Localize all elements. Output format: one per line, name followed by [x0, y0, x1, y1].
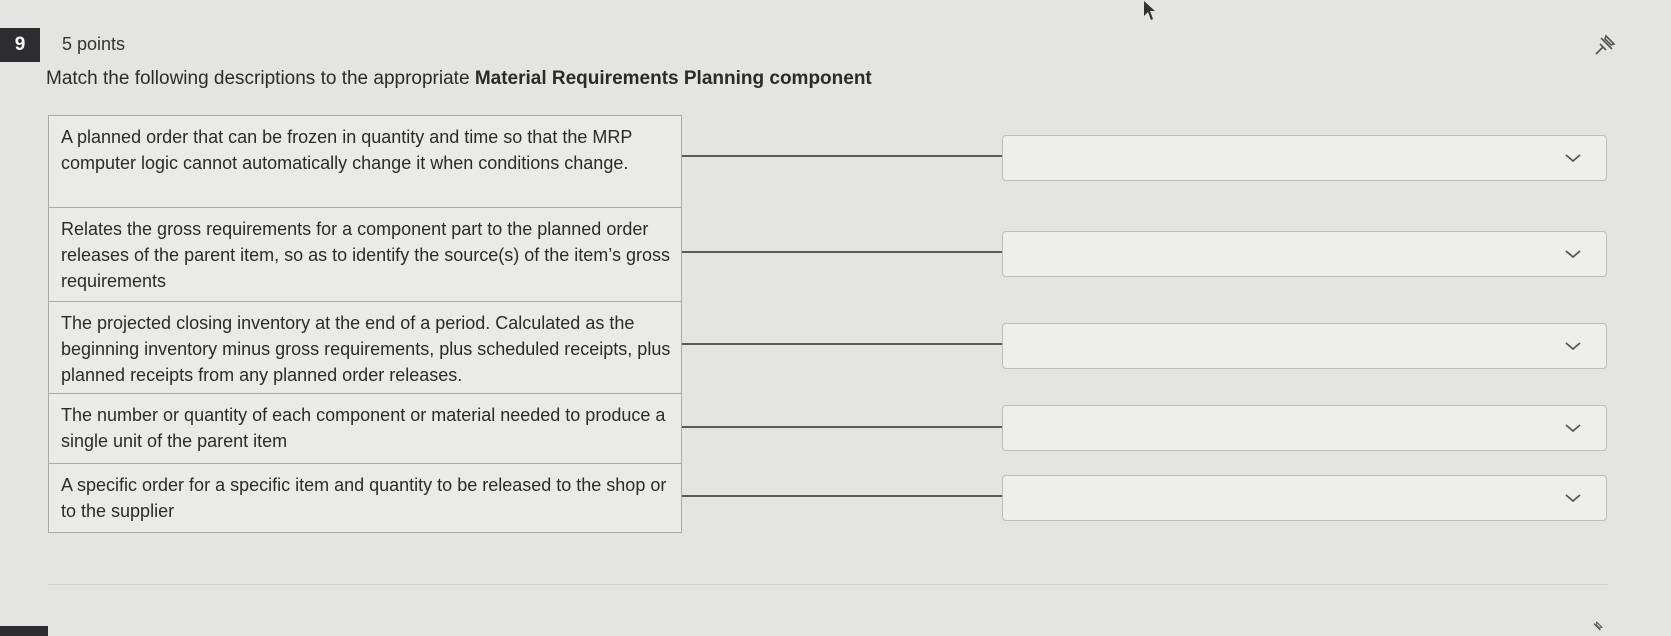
match-row: The projected closing inventory at the e… [48, 301, 1608, 393]
match-row: Relates the gross requirements for a com… [48, 207, 1608, 301]
match-description: The projected closing inventory at the e… [48, 301, 682, 393]
chevron-down-icon [1565, 424, 1581, 433]
match-description: A planned order that can be frozen in qu… [48, 115, 682, 207]
match-dropdown[interactable] [1002, 475, 1607, 521]
match-dropdown[interactable] [1002, 405, 1607, 451]
match-dropdown[interactable] [1002, 135, 1607, 181]
connector-line [682, 426, 1002, 428]
chevron-down-icon [1565, 154, 1581, 163]
matching-list: A planned order that can be frozen in qu… [48, 115, 1608, 533]
chevron-down-icon [1565, 342, 1581, 351]
pin-icon[interactable] [1592, 32, 1618, 58]
match-row: A planned order that can be frozen in qu… [48, 115, 1608, 207]
question-points: 5 points [62, 34, 126, 54]
match-dropdown[interactable] [1002, 323, 1607, 369]
match-row: A specific order for a specific item and… [48, 463, 1608, 533]
question-divider [48, 584, 1608, 585]
connector-line [682, 155, 1002, 157]
connector-line [682, 251, 1002, 253]
match-description: Relates the gross requirements for a com… [48, 207, 682, 301]
question-prompt: Match the following descriptions to the … [46, 68, 872, 90]
prompt-text: Match the following descriptions to the … [46, 68, 475, 89]
mouse-cursor-icon [1144, 1, 1155, 20]
pin-icon[interactable] [1585, 620, 1607, 636]
match-dropdown[interactable] [1002, 231, 1607, 277]
prompt-bold-text: Material Requirements Planning component [474, 68, 872, 89]
match-description: A specific order for a specific item and… [48, 463, 682, 533]
chevron-down-icon [1565, 494, 1581, 503]
next-question-number [0, 626, 48, 636]
match-row: The number or quantity of each component… [48, 393, 1608, 463]
question-number: 9 [0, 28, 40, 62]
connector-line [682, 495, 1002, 497]
chevron-down-icon [1565, 250, 1581, 259]
connector-line [682, 343, 1002, 345]
match-description: The number or quantity of each component… [48, 393, 682, 463]
